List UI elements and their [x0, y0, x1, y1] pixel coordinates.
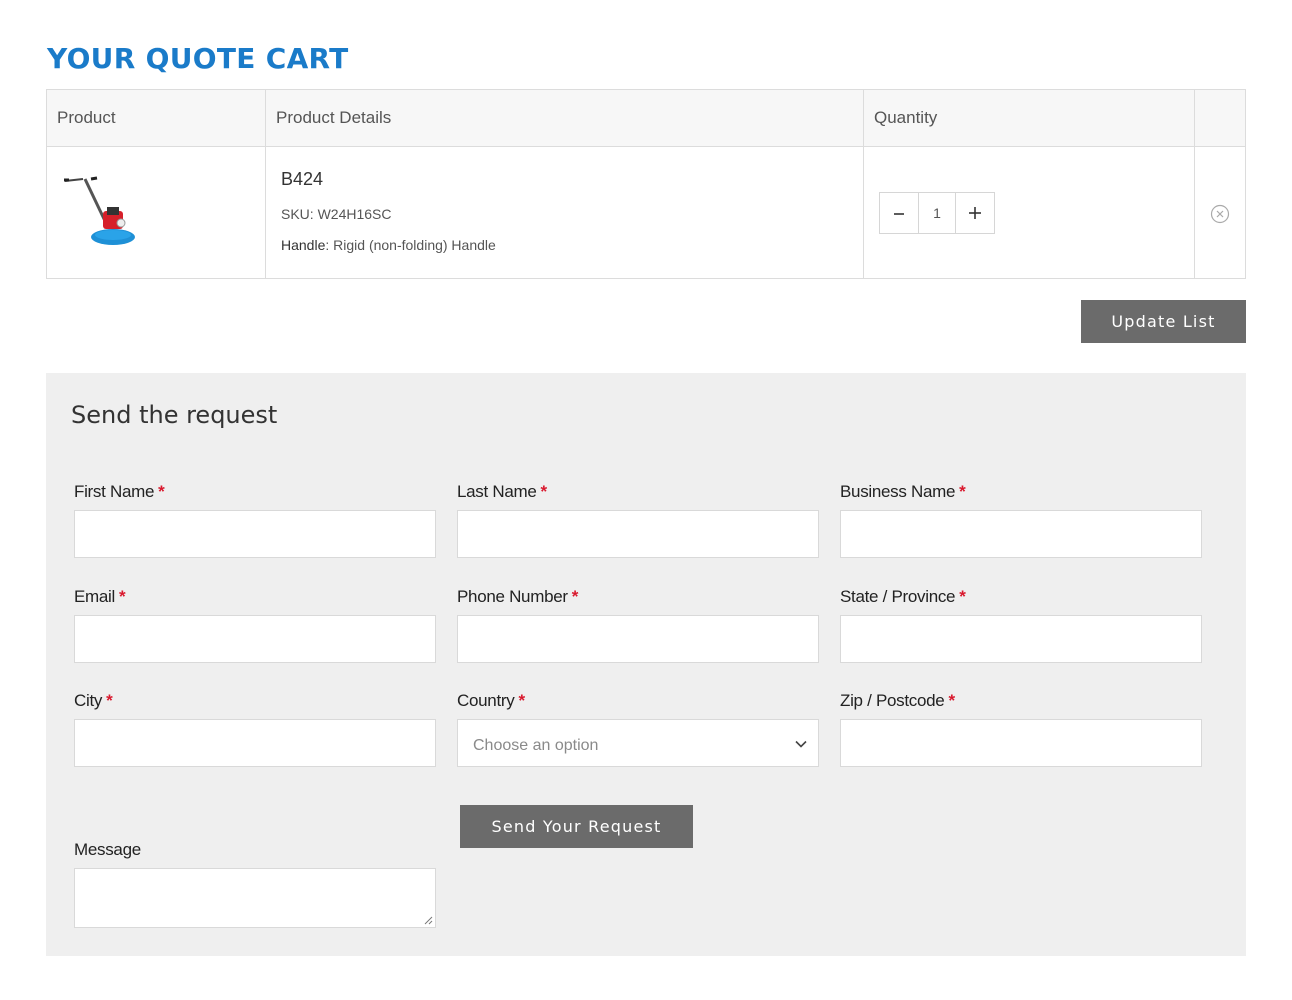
country-select[interactable]: Choose an option [457, 719, 819, 767]
zip-field[interactable] [840, 719, 1202, 767]
first-name-field[interactable] [74, 510, 436, 558]
send-request-button[interactable]: Send Your Request [460, 805, 693, 848]
form-title: Send the request [71, 401, 278, 429]
label-text: State / Province [840, 587, 956, 606]
last-name-field[interactable] [457, 510, 819, 558]
chevron-down-icon [795, 740, 807, 748]
cart-table-header: Product Product Details Quantity [47, 90, 1245, 147]
required-mark: * [540, 482, 548, 501]
country-placeholder: Choose an option [473, 737, 599, 754]
required-mark: * [158, 482, 165, 501]
product-sku: SKU: W24H16SC [281, 206, 392, 222]
increase-quantity-button[interactable] [956, 193, 994, 233]
power-trowel-icon[interactable] [61, 175, 137, 251]
cart-item-row: B424 SKU: W24H16SC Handle: Rigid (non-fo… [47, 147, 1245, 279]
product-attribute: Handle: Rigid (non-folding) Handle [281, 237, 496, 253]
required-mark: * [959, 587, 966, 606]
header-product-details: Product Details [276, 108, 392, 127]
product-name[interactable]: B424 [281, 169, 323, 190]
email-field[interactable] [74, 615, 436, 663]
request-form-panel: Send the request First Name * Last Name * … [46, 373, 1246, 956]
quantity-input[interactable]: 1 [918, 193, 956, 233]
required-mark: * [959, 482, 966, 501]
label-text: Phone Number [457, 587, 568, 606]
phone-label: Phone Number * [457, 587, 578, 607]
email-label: Email * [74, 587, 126, 607]
decrease-quantity-button[interactable] [880, 193, 918, 233]
label-text: First Name [74, 482, 155, 501]
label-text: City [74, 691, 103, 710]
label-text: Zip / Postcode [840, 691, 945, 710]
city-label: City * [74, 691, 113, 711]
update-list-button[interactable]: Update List [1081, 300, 1246, 343]
label-text: Last Name [457, 482, 537, 501]
state-label: State / Province * [840, 587, 966, 607]
label-text: Business Name [840, 482, 956, 501]
zip-label: Zip / Postcode * [840, 691, 955, 711]
country-label: Country * [457, 691, 525, 711]
header-product: Product [57, 108, 116, 127]
state-field[interactable] [840, 615, 1202, 663]
resize-handle-icon[interactable] [424, 916, 433, 925]
quote-cart-table: Product Product Details Quantity B424 SK… [46, 89, 1246, 279]
required-mark: * [119, 587, 126, 606]
business-name-label: Business Name * [840, 482, 966, 502]
business-name-field[interactable] [840, 510, 1202, 558]
page-title: YOUR QUOTE CART [47, 42, 349, 75]
message-label: Message [74, 840, 141, 859]
last-name-label: Last Name * [457, 482, 547, 502]
required-mark: * [518, 691, 525, 710]
first-name-label: First Name * [74, 482, 165, 502]
label-text: Email [74, 587, 116, 606]
required-mark: * [948, 691, 955, 710]
quantity-stepper[interactable]: 1 [879, 192, 995, 234]
attribute-label: Handle [281, 237, 326, 253]
header-quantity: Quantity [874, 108, 938, 127]
minus-icon [894, 213, 904, 215]
city-field[interactable] [74, 719, 436, 767]
attribute-value: : Rigid (non-folding) Handle [325, 237, 496, 253]
remove-item-icon[interactable] [1210, 204, 1230, 224]
message-textarea[interactable] [74, 868, 436, 928]
label-text: Country [457, 691, 515, 710]
phone-field[interactable] [457, 615, 819, 663]
required-mark: * [106, 691, 113, 710]
plus-icon [969, 207, 981, 219]
required-mark: * [571, 587, 579, 606]
